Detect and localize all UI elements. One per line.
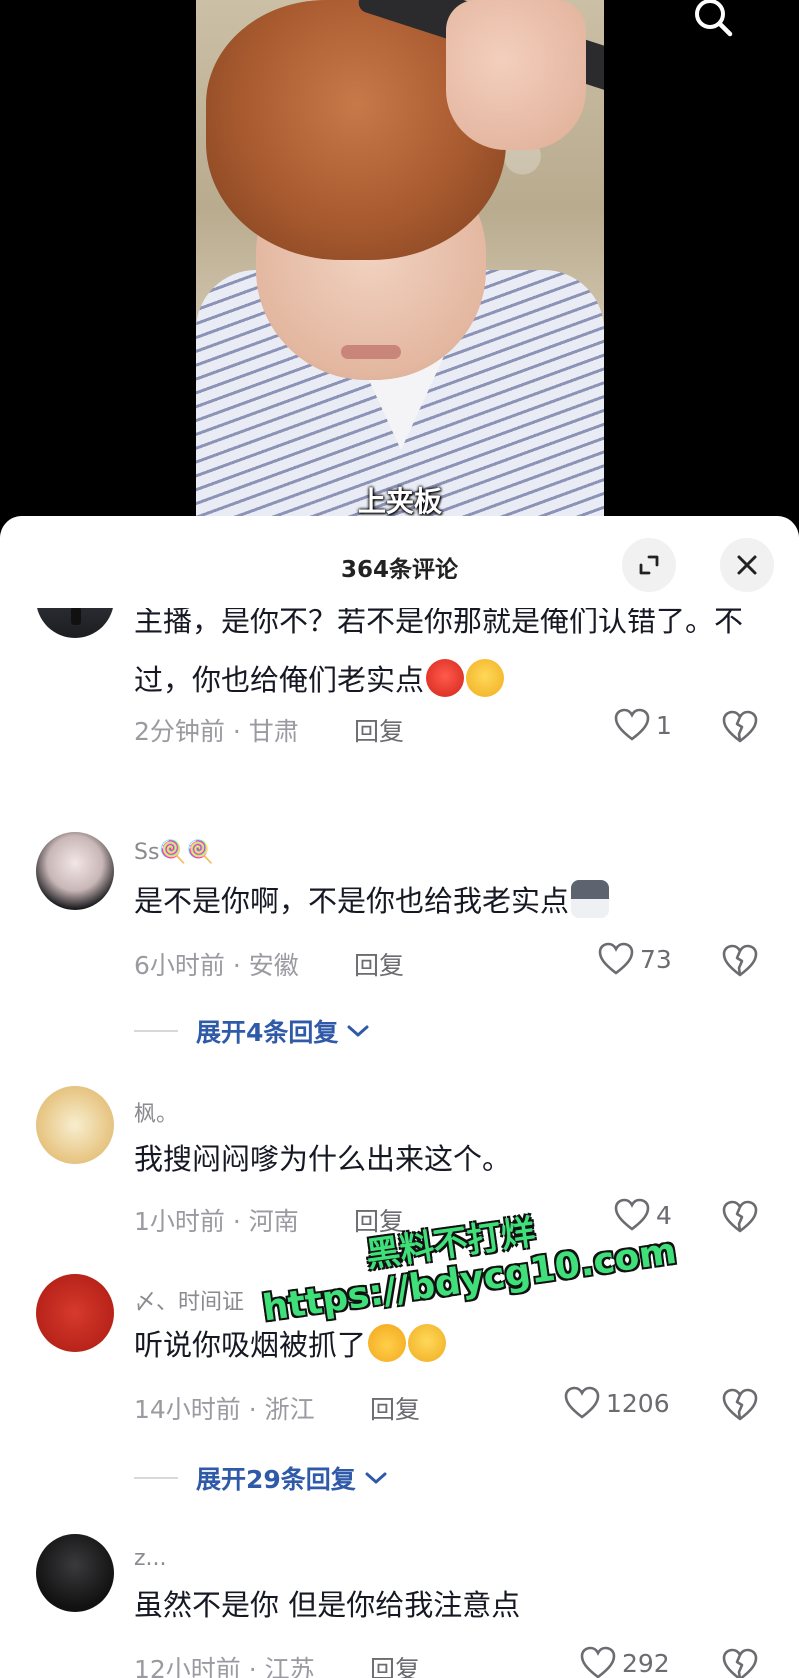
heart-icon [598,942,634,975]
comment-text: 我搜闷闷嗲为什么出来这个。 [134,1142,512,1176]
broken-heart-icon [722,1388,758,1421]
video-caption: 上夹板 [357,485,442,518]
reply-button[interactable]: 回复 [370,1390,420,1426]
broken-heart-icon [722,1648,758,1678]
comment-text-body: 是不是你啊，不是你也给我老实点 [134,884,570,918]
reply-button[interactable]: 回复 [354,946,404,982]
like-button[interactable]: 1 [614,708,672,742]
comment-username[interactable]: 枫。 [134,1096,178,1128]
divider-line [134,1030,178,1032]
comment-text-body: 听说你吸烟被抓了 [134,1328,367,1362]
comment-time-location: 6小时前 · 安徽 [134,951,299,980]
expand-replies-label: 展开4条回复 [196,1018,339,1047]
comment-time-location: 14小时前 · 浙江 [134,1395,315,1424]
thinking-emoji [408,1324,447,1362]
comment-panel: 主播，是你不？若不是你那就是俺们认错了。不过，你也给俺们老实点 2分钟前 · 甘… [0,516,799,1678]
comment-username[interactable]: 〆、时间证 [134,1284,244,1316]
close-icon [737,555,757,575]
like-button[interactable]: 292 [580,1646,670,1678]
reply-button[interactable]: 回复 [354,1202,404,1238]
broken-heart-icon [722,944,758,977]
dislike-button[interactable] [722,1200,762,1240]
reply-button[interactable]: 回复 [354,712,404,748]
comment-list[interactable]: 主播，是你不？若不是你那就是俺们认错了。不过，你也给俺们老实点 2分钟前 · 甘… [0,516,799,1678]
like-count: 1 [656,710,672,740]
dislike-button[interactable] [722,710,762,750]
close-panel-button[interactable] [720,538,774,592]
video-player[interactable]: 上夹板 [0,0,799,540]
dislike-button[interactable] [722,1388,762,1428]
avatar[interactable] [36,832,114,910]
chevron-down-icon [365,1472,387,1484]
expand-replies-label: 展开29条回复 [196,1465,356,1494]
like-button[interactable]: 73 [598,942,672,976]
expand-icon [639,555,659,575]
search-icon [695,0,733,37]
comment-time-location: 12小时前 · 江苏 [134,1655,315,1678]
avatar[interactable] [36,1534,114,1612]
avatar[interactable] [36,1086,114,1164]
reply-button[interactable]: 回复 [370,1650,420,1678]
like-button[interactable]: 1206 [564,1386,670,1420]
comment-time-location: 1小时前 · 河南 [134,1207,299,1236]
expand-replies-button[interactable]: 展开29条回复 [134,1460,390,1496]
heart-hands-emoji [368,1324,407,1362]
angry-emoji [426,659,465,697]
comment-text: 是不是你啊，不是你也给我老实点 [134,872,744,931]
broken-heart-icon [722,1200,758,1233]
chevron-down-icon [347,1025,369,1037]
comment-text: 听说你吸烟被抓了 [134,1316,744,1375]
expand-panel-button[interactable] [622,538,676,592]
like-count: 73 [640,944,672,974]
heart-icon [614,1198,650,1231]
hand [446,0,586,150]
mouth [341,345,401,359]
broken-heart-icon [722,710,758,743]
expand-replies-button[interactable]: 展开4条回复 [134,1013,372,1049]
like-button[interactable]: 4 [614,1198,672,1232]
comment-text: 虽然不是你 但是你给我注意点 [134,1588,521,1622]
comment-username[interactable]: z... [134,1546,167,1571]
comment-count-title: 364条评论 [340,557,458,583]
avatar[interactable] [36,1274,114,1352]
heart-icon [564,1386,600,1419]
like-count: 292 [622,1648,670,1678]
video-frame: 上夹板 [196,0,604,520]
husky-emoji [571,880,610,918]
divider-line [134,1477,178,1479]
like-count: 1206 [606,1388,670,1418]
heart-icon [614,708,650,741]
comment-username[interactable]: Ss🍭🍭 [134,840,214,865]
like-count: 4 [656,1200,672,1230]
comment-time-location: 2分钟前 · 甘肃 [134,717,299,746]
worried-emoji [466,659,505,697]
comment-text: 主播，是你不？若不是你那就是俺们认错了。不过，你也给俺们老实点 [134,592,744,710]
comment-panel-header: 364条评论 [0,516,799,608]
heart-icon [580,1646,616,1678]
search-button[interactable] [690,0,750,40]
dislike-button[interactable] [722,1648,762,1678]
dislike-button[interactable] [722,944,762,984]
